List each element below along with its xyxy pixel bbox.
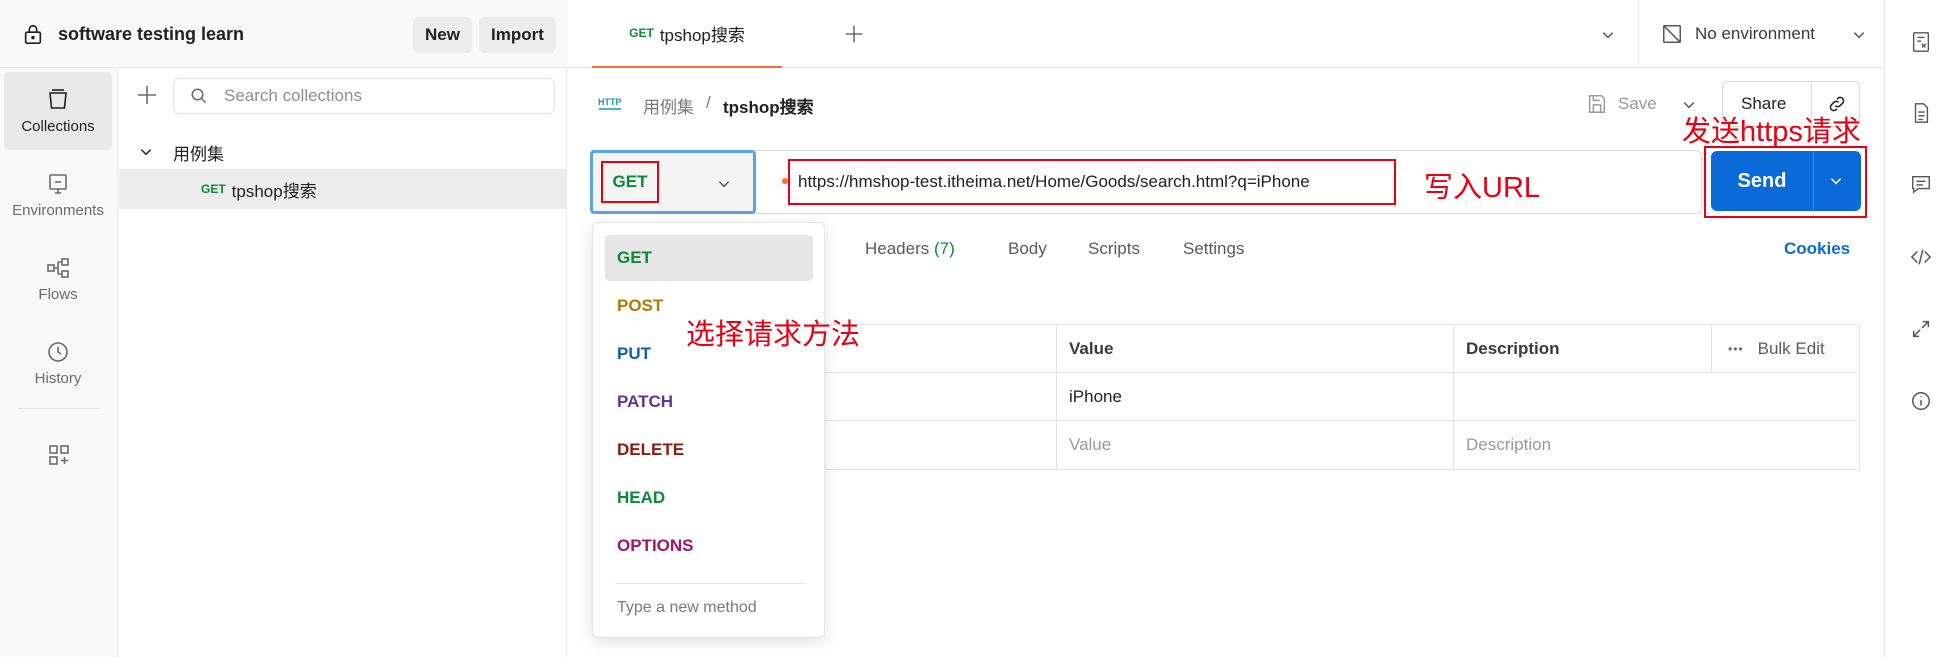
- tab-scripts[interactable]: Scripts: [1088, 239, 1140, 259]
- app-rail: Collections Environments Flows History: [0, 0, 118, 657]
- method-value[interactable]: GET: [601, 161, 659, 203]
- url-input[interactable]: [798, 172, 1388, 192]
- request-method-badge: GET: [201, 182, 226, 196]
- search-input[interactable]: [224, 86, 544, 106]
- folder-name: 用例集: [173, 144, 224, 164]
- save-icon: [1588, 95, 1606, 113]
- send-button[interactable]: Send: [1711, 151, 1861, 211]
- method-option-patch[interactable]: PATCH: [605, 379, 813, 425]
- collections-icon: [49, 88, 67, 109]
- tab-method-badge: GET: [629, 26, 654, 40]
- comments-icon[interactable]: [1910, 173, 1932, 195]
- breadcrumb-parent[interactable]: 用例集: [643, 93, 694, 118]
- send-divider: [1813, 151, 1814, 211]
- cookies-link[interactable]: Cookies: [1784, 239, 1850, 259]
- rail-item-label: Flows: [38, 285, 78, 303]
- svg-text:HTTP: HTTP: [598, 97, 622, 107]
- tab-name: tpshop搜索: [659, 25, 745, 45]
- save-button[interactable]: Save: [1586, 90, 1657, 118]
- url-highlight: [788, 159, 1396, 205]
- annotation-send: 发送https请求: [1682, 116, 1861, 148]
- method-option-get[interactable]: GET: [605, 235, 813, 281]
- method-dropdown: GET POST PUT PATCH DELETE HEAD OPTIONS: [592, 222, 825, 638]
- environment-label: No environment: [1695, 24, 1816, 43]
- tab-body[interactable]: Body: [1008, 239, 1047, 259]
- new-button[interactable]: New: [413, 17, 472, 53]
- search-collections[interactable]: [173, 78, 555, 114]
- request-name: tpshop搜索: [231, 181, 317, 201]
- rail-item-label: History: [34, 369, 82, 387]
- info-icon[interactable]: [1910, 390, 1932, 412]
- right-rail: [1884, 0, 1957, 657]
- collections-sidebar: 用例集 GET tpshop搜索: [119, 69, 567, 657]
- flows-icon: [47, 257, 69, 278]
- method-selector[interactable]: GET: [590, 150, 756, 214]
- param-description-placeholder[interactable]: Description: [1453, 421, 1859, 469]
- send-chevron-down-icon[interactable]: [1829, 174, 1843, 188]
- breadcrumb-current[interactable]: tpshop搜索: [723, 93, 814, 118]
- chevron-down-icon[interactable]: [1852, 28, 1866, 42]
- breadcrumb-separator: /: [706, 93, 711, 112]
- history-icon: [48, 341, 68, 362]
- bulk-edit-button[interactable]: ••• Bulk Edit: [1711, 325, 1859, 373]
- no-environment-icon: [1663, 25, 1681, 43]
- send-label: Send: [1737, 169, 1787, 192]
- new-method-input[interactable]: [617, 599, 807, 617]
- rail-item-label: Collections: [21, 117, 95, 135]
- tabs-dropdown-chevron-icon[interactable]: [1601, 28, 1615, 42]
- tab-tpshop-search[interactable]: GET tpshop搜索: [592, 0, 782, 68]
- lock-icon: [24, 24, 42, 44]
- annotation-method: 选择请求方法: [686, 319, 861, 351]
- save-label: Save: [1618, 94, 1657, 113]
- new-tab-plus-icon[interactable]: [844, 24, 864, 44]
- rail-item-history[interactable]: History: [4, 324, 112, 402]
- workspace-title: software testing learn: [58, 24, 245, 44]
- dropdown-divider: [615, 583, 805, 584]
- related-collections-icon[interactable]: [1910, 318, 1932, 340]
- method-option-options[interactable]: OPTIONS: [605, 523, 813, 569]
- param-value[interactable]: iPhone: [1056, 373, 1453, 421]
- chevron-down-icon[interactable]: [139, 145, 153, 159]
- param-value-placeholder[interactable]: Value: [1056, 421, 1453, 469]
- search-icon: [191, 88, 207, 104]
- rail-item-environments[interactable]: Environments: [4, 156, 112, 234]
- http-icon: HTTP: [598, 97, 622, 110]
- column-header-description: Description: [1453, 325, 1713, 373]
- code-icon[interactable]: [1910, 246, 1932, 268]
- collection-folder[interactable]: 用例集: [119, 132, 567, 172]
- add-workbench-icon[interactable]: [47, 443, 71, 467]
- collection-request-item[interactable]: GET tpshop搜索: [119, 169, 567, 209]
- headers-label: Headers: [865, 239, 930, 258]
- chevron-down-icon[interactable]: [717, 177, 731, 191]
- documentation-variables-icon[interactable]: [1910, 31, 1932, 53]
- rail-item-label: Environments: [12, 201, 104, 219]
- tab-settings[interactable]: Settings: [1183, 239, 1244, 259]
- column-header-value: Value: [1056, 325, 1453, 373]
- tab-headers[interactable]: Headers (7): [865, 239, 955, 259]
- rail-item-flows[interactable]: Flows: [4, 240, 112, 318]
- documentation-icon[interactable]: [1910, 102, 1932, 124]
- method-option-head[interactable]: HEAD: [605, 475, 813, 521]
- annotation-url: 写入URL: [1424, 172, 1541, 204]
- method-option-delete[interactable]: DELETE: [605, 427, 813, 473]
- environment-selector[interactable]: No environment: [1638, 0, 1884, 68]
- more-dots-icon: •••: [1728, 342, 1744, 356]
- headers-count: (7): [934, 239, 955, 258]
- rail-item-collections[interactable]: Collections: [4, 72, 112, 150]
- create-collection-plus-icon[interactable]: [135, 83, 159, 107]
- param-description[interactable]: [1453, 373, 1859, 421]
- bulk-edit-label: Bulk Edit: [1757, 339, 1825, 358]
- rail-divider: [18, 408, 100, 409]
- import-button[interactable]: Import: [479, 17, 556, 53]
- environments-icon: [49, 173, 67, 194]
- workspace-header: software testing learn New Import: [0, 0, 567, 68]
- request-tabs-bar: GET tpshop搜索 No environment: [568, 0, 1884, 68]
